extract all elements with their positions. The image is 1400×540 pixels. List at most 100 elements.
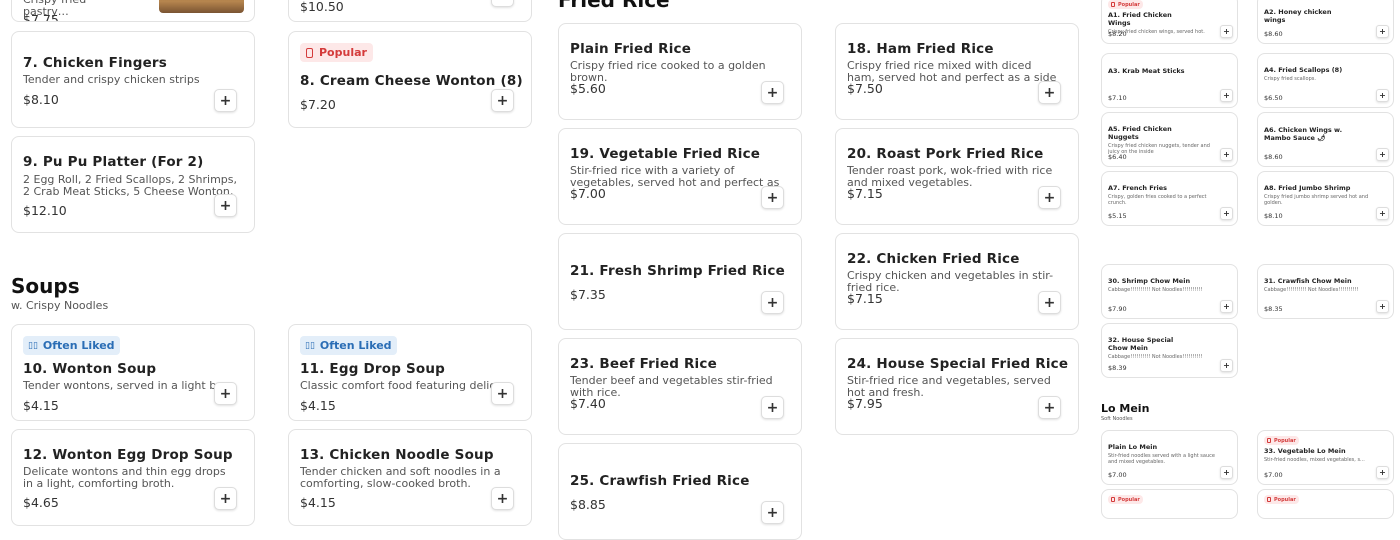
menu-item-card[interactable]: 7. Chicken Fingers Tender and crispy chi… (11, 31, 255, 128)
item-name: 10. Wonton Soup (23, 361, 157, 377)
add-to-cart-button[interactable]: + (214, 194, 237, 217)
menu-item-card[interactable]: 31. Crawfish Chow Mein Cabbage!!!!!!!!!! … (1257, 264, 1394, 319)
add-to-cart-button[interactable]: + (491, 487, 514, 510)
popular-badge: Popular (1264, 436, 1299, 445)
item-price: $8.39 (1108, 364, 1127, 372)
item-price: $7.00 (1108, 471, 1127, 479)
add-to-cart-button[interactable]: + (1376, 89, 1389, 102)
menu-item-card[interactable]: Popular 33. Vegetable Lo Mein Stir-fried n… (1257, 430, 1394, 485)
menu-item-card[interactable]: 22. Chicken Fried Rice Crispy chicken and… (835, 233, 1079, 330)
item-price: $7.10 (1108, 94, 1127, 102)
add-to-cart-button[interactable]: + (491, 89, 514, 112)
add-to-cart-button[interactable]: + (1376, 25, 1389, 38)
add-to-cart-button[interactable]: + (761, 81, 784, 104)
add-to-cart-button[interactable]: + (1376, 148, 1389, 161)
add-to-cart-button[interactable]: + (1220, 466, 1233, 479)
menu-item-card[interactable]: A7. French Fries Crispy, golden fries coo… (1101, 171, 1238, 226)
flame-icon (1267, 438, 1271, 443)
item-price: $6.50 (1264, 94, 1283, 102)
add-to-cart-button[interactable]: + (214, 487, 237, 510)
item-description: Tender and crispy chicken strips (23, 74, 200, 86)
item-name: 11. Egg Drop Soup (300, 361, 446, 377)
add-to-cart-button[interactable]: + (1220, 300, 1233, 313)
item-price: $12.10 (23, 203, 67, 218)
item-price: $7.00 (1264, 471, 1283, 479)
menu-item-card[interactable]: 32. House Special Chow Mein Cabbage!!!!!!… (1101, 323, 1238, 378)
menu-item-card[interactable]: Plain Fried Rice Crispy fried rice cooked… (558, 23, 802, 120)
item-name: Plain Fried Rice (570, 41, 692, 57)
item-name: 7. Chicken Fingers (23, 55, 168, 71)
item-price: $8.35 (1264, 305, 1283, 313)
menu-item-card[interactable]: Popular (1257, 489, 1394, 519)
menu-item-card[interactable]: 21. Fresh Shrimp Fried Rice $7.35 + (558, 233, 802, 330)
menu-item-card[interactable]: 13. Chicken Noodle Soup Tender chicken a… (288, 429, 532, 526)
item-name: 8. Cream Cheese Wonton (8) (300, 73, 523, 89)
add-to-cart-button[interactable]: + (1376, 300, 1389, 313)
add-to-cart-button[interactable]: + (1220, 89, 1233, 102)
menu-item-card[interactable]: 25. Crawfish Fried Rice $8.85 + (558, 443, 802, 540)
item-price: $8.85 (570, 497, 606, 512)
thumbs-up-icon: ▯▯ (305, 340, 315, 351)
menu-item-card[interactable]: ▯▯ Often Liked 10. Wonton Soup Tender wo… (11, 324, 255, 421)
menu-item-card[interactable]: Popular (1101, 489, 1238, 519)
menu-item-card[interactable]: Popular A1. Fried Chicken Wings Crispy fri… (1101, 0, 1238, 44)
menu-item-card[interactable]: Popular 8. Cream Cheese Wonton (8) $7.20… (288, 31, 532, 128)
item-name: A1. Fried Chicken Wings (1108, 12, 1172, 27)
add-to-cart-button[interactable]: + (1220, 359, 1233, 372)
add-to-cart-button[interactable]: + (1220, 148, 1233, 161)
item-description: Stir-fried noodles, mixed vegetables, s.… (1264, 457, 1365, 463)
menu-item-card[interactable]: 9. Pu Pu Platter (For 2) 2 Egg Roll, 2 F… (11, 136, 255, 233)
add-to-cart-button[interactable]: + (1376, 207, 1389, 220)
menu-item-card[interactable]: ▯▯ Often Liked 11. Egg Drop Soup Classic… (288, 324, 532, 421)
item-name: 18. Ham Fried Rice (847, 41, 994, 57)
menu-item-card[interactable]: 19. Vegetable Fried Rice Stir-fried rice … (558, 128, 802, 225)
menu-item-card[interactable]: A3. Krab Meat Sticks $7.10 + (1101, 53, 1238, 108)
menu-item-card[interactable]: A4. Fried Scallops (8) Crispy fried scall… (1257, 53, 1394, 108)
menu-item-card[interactable]: A2. Honey chicken wings $8.60 + (1257, 0, 1394, 44)
add-to-cart-button[interactable]: + (761, 291, 784, 314)
item-name: 13. Chicken Noodle Soup (300, 447, 494, 463)
item-description: 2 Egg Roll, 2 Fried Scallops, 2 Shrimps,… (23, 174, 238, 198)
item-name: 19. Vegetable Fried Rice (570, 146, 761, 162)
add-to-cart-button[interactable]: + (1220, 207, 1233, 220)
add-to-cart-button[interactable]: + (1376, 466, 1389, 479)
item-description: Delicate wontons and thin egg drops in a… (23, 466, 226, 490)
menu-item-card[interactable]: 23. Beef Fried Rice Tender beef and veget… (558, 338, 802, 435)
menu-item-card[interactable]: 20. Roast Pork Fried Rice Tender roast po… (835, 128, 1079, 225)
add-to-cart-button[interactable]: + (214, 89, 237, 112)
menu-item-card[interactable]: 30. Shrimp Chow Mein Cabbage!!!!!!!!!! No… (1101, 264, 1238, 319)
add-to-cart-button[interactable]: + (761, 396, 784, 419)
menu-item-card[interactable]: A5. Fried Chicken Nuggets Crispy fried ch… (1101, 112, 1238, 167)
add-to-cart-button[interactable]: + (761, 501, 784, 524)
menu-item-card[interactable]: 18. Ham Fried Rice Crispy fried rice mixe… (835, 23, 1079, 120)
menu-item-card[interactable]: A8. Fried Jumbo Shrimp Crispy fried jumbo… (1257, 171, 1394, 226)
menu-item-card[interactable]: 24. House Special Fried Rice Stir-fried r… (835, 338, 1079, 435)
add-to-cart-button[interactable]: + (491, 0, 514, 7)
item-description: Crispy fried jumbo shrimp served hot and… (1264, 194, 1369, 206)
menu-item-card[interactable]: $10.50 + (288, 0, 532, 22)
menu-item-card[interactable]: Plain Lo Mein Stir-fried noodles served w… (1101, 430, 1238, 485)
section-subtitle-lo-mein: Soft Noodles (1101, 416, 1133, 422)
item-name: 23. Beef Fried Rice (570, 356, 717, 372)
item-name: 32. House Special Chow Mein (1108, 337, 1174, 352)
menu-item-card[interactable]: Crispy fried pastry… $7.75 (11, 0, 255, 22)
item-price: $7.75 (23, 12, 59, 22)
add-to-cart-button[interactable]: + (761, 186, 784, 209)
popular-badge: Popular (300, 43, 373, 62)
add-to-cart-button[interactable]: + (214, 382, 237, 405)
menu-item-card[interactable]: A6. Chicken Wings w. Mambo Sauce 🌶 $8.60 + (1257, 112, 1394, 167)
add-to-cart-button[interactable]: + (1038, 186, 1061, 209)
item-name: A7. French Fries (1108, 185, 1168, 192)
item-name: A3. Krab Meat Sticks (1108, 68, 1185, 75)
item-price: $7.35 (570, 287, 606, 302)
add-to-cart-button[interactable]: + (1038, 396, 1061, 419)
item-name: 33. Vegetable Lo Mein (1264, 448, 1346, 455)
add-to-cart-button[interactable]: + (491, 382, 514, 405)
item-description: Classic comfort food featuring delicate.… (300, 380, 495, 392)
add-to-cart-button[interactable]: + (1038, 291, 1061, 314)
item-name: A4. Fried Scallops (8) (1264, 67, 1343, 74)
item-price: $10.50 (300, 0, 344, 14)
add-to-cart-button[interactable]: + (1038, 81, 1061, 104)
menu-item-card[interactable]: 12. Wonton Egg Drop Soup Delicate wonton… (11, 429, 255, 526)
add-to-cart-button[interactable]: + (1220, 25, 1233, 38)
